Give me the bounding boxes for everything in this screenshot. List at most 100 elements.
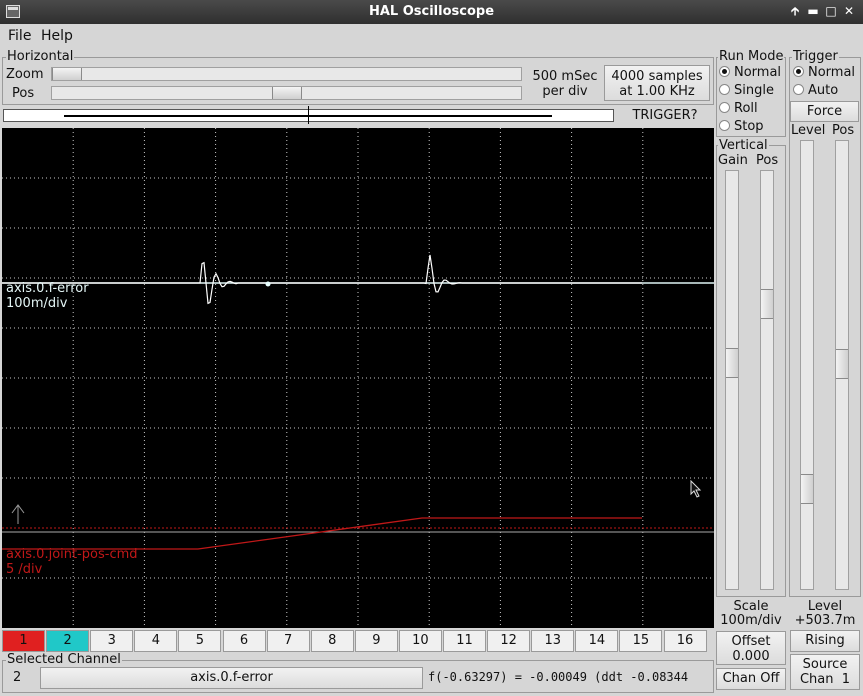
vertical-pos-header: Pos [756, 153, 779, 168]
trigger-pos-slider-thumb[interactable] [836, 349, 848, 379]
trace-cursor-marker [265, 281, 271, 287]
samples-line1: 4000 samples [611, 69, 703, 84]
samples-line2: at 1.00 KHz [619, 84, 695, 99]
minimize-icon[interactable]: ▬ [805, 3, 821, 19]
radio-selected-icon [719, 66, 730, 77]
trigger-auto[interactable]: Auto [793, 84, 838, 98]
trigger-position-marker [308, 106, 309, 124]
radio-icon [793, 84, 804, 95]
run-mode-normal-label: Normal [734, 65, 782, 80]
scope-display[interactable]: axis.0.f-error 100m/div axis.0.joint-pos… [2, 128, 714, 628]
channel-button-5[interactable]: 5 [178, 630, 222, 652]
force-button[interactable]: Force [790, 101, 859, 122]
f-error-trace [2, 254, 642, 305]
radio-icon [719, 84, 730, 95]
vertical-legend: Vertical [718, 138, 769, 153]
trigger-normal[interactable]: Normal [793, 66, 855, 80]
trigger-source-button[interactable]: Source Chan 1 [790, 654, 860, 690]
run-mode-legend: Run Mode [718, 49, 785, 64]
radio-icon [719, 102, 730, 113]
gain-slider-thumb[interactable] [726, 348, 738, 378]
trigger-level-header: Level [791, 123, 826, 138]
trigger-level-caption: Level [807, 599, 843, 614]
mouse-cursor-icon [690, 480, 702, 498]
offset-line1: Offset [731, 634, 771, 649]
horizontal-legend: Horizontal [6, 49, 75, 64]
channel-button-6[interactable]: 6 [222, 630, 266, 652]
sample-rate-line1: 500 mSec [532, 69, 598, 84]
trigger-auto-label: Auto [808, 83, 839, 98]
selected-channel-readout: f(-0.63297) = -0.00049 (ddt -0.08344 [428, 670, 689, 684]
zoom-slider[interactable] [51, 67, 522, 81]
trace-scale-f-error: 100m/div [6, 296, 68, 311]
menu-file[interactable]: File [8, 28, 31, 44]
pos-slider-thumb[interactable] [271, 87, 302, 99]
channel-button-7[interactable]: 7 [266, 630, 310, 652]
channel-button-4[interactable]: 4 [134, 630, 178, 652]
trigger-arrow-icon [11, 504, 25, 524]
offset-button[interactable]: Offset 0.000 [716, 631, 786, 665]
gain-header: Gain [718, 153, 748, 168]
trigger-level-value: +503.7m [794, 613, 856, 628]
channel-button-16[interactable]: 16 [663, 630, 707, 652]
radio-selected-icon [793, 66, 804, 77]
trigger-level-slider[interactable] [800, 140, 814, 590]
channel-button-14[interactable]: 14 [575, 630, 619, 652]
samples-button[interactable]: 4000 samples at 1.00 KHz [604, 65, 710, 101]
gain-slider[interactable] [725, 170, 739, 590]
window-title: HAL Oscilloscope [368, 4, 495, 19]
scale-value: 100m/div [720, 613, 782, 628]
vertical-pos-slider-thumb[interactable] [761, 289, 773, 319]
run-mode-roll[interactable]: Roll [719, 102, 758, 116]
channel-button-12[interactable]: 12 [487, 630, 531, 652]
selected-channel-number: 2 [13, 670, 22, 685]
run-mode-normal[interactable]: Normal [719, 66, 781, 80]
trigger-legend: Trigger [792, 49, 839, 64]
joint-pos-cmd-trace [2, 517, 642, 550]
sample-rate-line2: per div [542, 84, 588, 99]
offset-line2: 0.000 [732, 649, 770, 664]
channel-button-11[interactable]: 11 [443, 630, 487, 652]
channel-button-9[interactable]: 9 [354, 630, 398, 652]
keep-above-icon[interactable]: 🡱 [787, 3, 803, 19]
selected-pin-button[interactable]: axis.0.f-error [40, 667, 423, 689]
trigger-pos-slider[interactable] [835, 140, 849, 590]
run-mode-single[interactable]: Single [719, 84, 774, 98]
channel-button-13[interactable]: 13 [531, 630, 575, 652]
zoom-slider-thumb[interactable] [52, 68, 82, 80]
pos-label: Pos [12, 86, 35, 101]
run-mode-stop[interactable]: Stop [719, 120, 764, 134]
trigger-normal-label: Normal [808, 65, 856, 80]
trigger-status: TRIGGER? [632, 108, 698, 123]
record-position-bar [3, 106, 614, 124]
menu-bar: File Help [0, 24, 863, 48]
trigger-level-slider-thumb[interactable] [801, 474, 813, 504]
radio-icon [719, 120, 730, 131]
run-mode-stop-label: Stop [734, 119, 764, 134]
zoom-label: Zoom [6, 67, 44, 82]
channel-button-10[interactable]: 10 [398, 630, 442, 652]
channel-button-8[interactable]: 8 [310, 630, 354, 652]
menu-help[interactable]: Help [41, 28, 73, 44]
trace-label-f-error: axis.0.f-error [6, 281, 89, 296]
trace-label-joint-pos-cmd: axis.0.joint-pos-cmd [6, 547, 138, 562]
source-line1: Source [802, 657, 848, 672]
vertical-pos-slider[interactable] [760, 170, 774, 590]
run-mode-single-label: Single [734, 83, 774, 98]
title-bar: HAL Oscilloscope 🡱 ▬ □ ✕ [0, 0, 863, 24]
edge-button[interactable]: Rising [790, 630, 860, 652]
trace-scale-joint-pos-cmd: 5 /div [6, 562, 43, 577]
chan-off-button[interactable]: Chan Off [716, 668, 786, 690]
channel-button-3[interactable]: 3 [90, 630, 134, 652]
selected-channel-legend: Selected Channel [6, 652, 122, 667]
run-mode-roll-label: Roll [734, 101, 758, 116]
scale-caption: Scale [733, 599, 769, 614]
source-line2: Chan 1 [799, 672, 851, 687]
maximize-icon[interactable]: □ [823, 3, 839, 19]
trigger-pos-header: Pos [832, 123, 855, 138]
channel-button-15[interactable]: 15 [619, 630, 663, 652]
pos-slider[interactable] [51, 86, 522, 100]
channel-button-1[interactable]: 1 [2, 630, 46, 652]
close-icon[interactable]: ✕ [841, 3, 857, 19]
channel-button-2[interactable]: 2 [46, 630, 90, 652]
